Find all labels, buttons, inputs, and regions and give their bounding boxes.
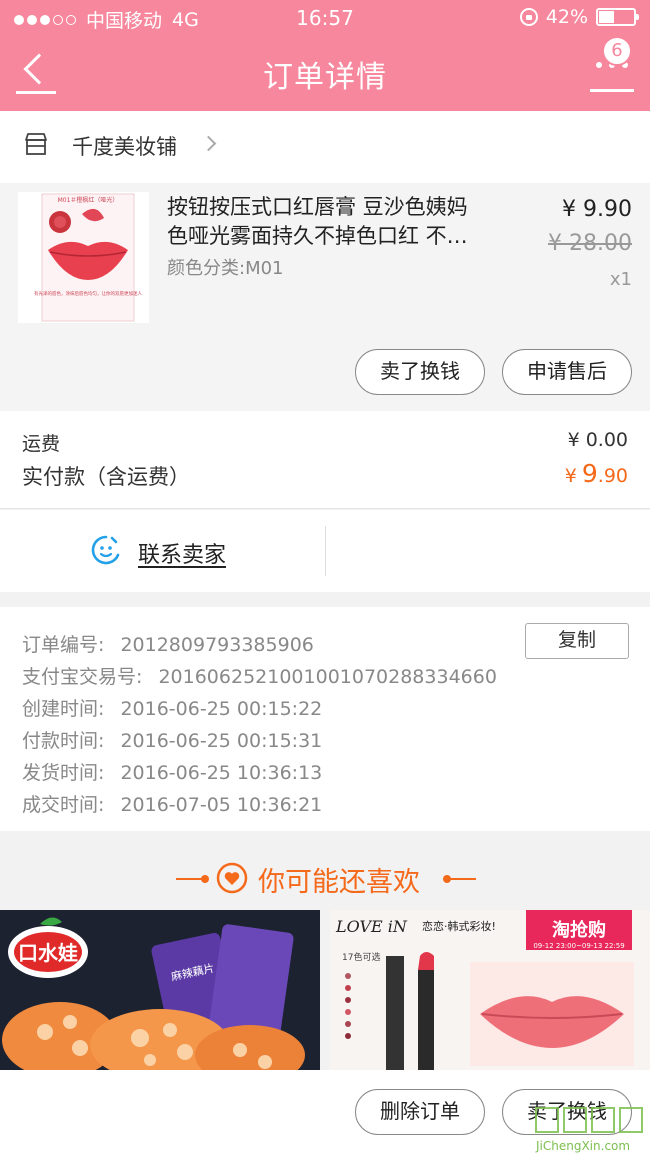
decorative-line: [176, 875, 209, 883]
shipped-time-row: 发货时间: 2016-06-25 10:36:13: [22, 758, 322, 785]
fee-summary: 运费 ¥ 0.00 实付款（含运费） ¥ 9.90: [0, 411, 650, 509]
after-sale-button[interactable]: 申请售后: [502, 349, 632, 395]
order-info: 订单编号: 2012809793385906 支付宝交易号: 201606252…: [0, 607, 650, 831]
info-label: 订单编号:: [22, 634, 105, 656]
info-label: 成交时间:: [22, 794, 105, 816]
page-title: 订单详情: [263, 60, 387, 95]
promo-time: 09-12 23:00~09-13 22:59: [533, 942, 624, 950]
product-title-line-1: 按钮按压式口红唇膏 豆沙色姨妈: [167, 195, 468, 219]
product-sku: 颜色分类:M01: [167, 258, 284, 279]
shipping-value: ¥ 0.00: [567, 429, 628, 451]
paid-time-row: 付款时间: 2016-06-25 00:15:31: [22, 726, 322, 753]
alipay-trade-row: 支付宝交易号: 2016062521001001070288334660: [22, 662, 497, 689]
recommend-title: 你可能还喜欢: [258, 867, 420, 898]
product-quantity: x1: [609, 269, 632, 290]
delete-order-button[interactable]: 删除订单: [355, 1089, 485, 1135]
heart-icon: [216, 862, 248, 894]
product-title-line-2: 色哑光雾面持久不掉色口红 不…: [167, 224, 468, 248]
thumb-caption: 有光泽的唇色，涂抹后唇色均匀，让你的双唇更加迷人: [34, 290, 142, 297]
recommended-product-2[interactable]: LOVE iN 恋恋·韩式彩妆! 淘抢购 09-12 23:00~09-13 2…: [330, 910, 650, 1070]
shipping-label: 运费: [22, 433, 61, 455]
copy-order-number-button[interactable]: 复制: [525, 623, 629, 659]
shade-count: 17色可选: [342, 951, 380, 963]
order-detail-screen: 中国移动 4G 16:57 42% 订单详情 6 千度美妆铺 M01＃橙枫红（哑…: [0, 0, 650, 1156]
promo-tag: 淘抢购: [552, 919, 606, 941]
product-thumbnail[interactable]: M01＃橙枫红（哑光） 有光泽的唇色，涂抹后唇色均匀，让你的双唇更加迷人: [18, 192, 149, 323]
order-number-row: 订单编号: 2012809793385906: [22, 630, 314, 657]
chevron-right-icon: [200, 135, 217, 152]
status-right: 42%: [519, 6, 639, 28]
paid-label: 实付款（含运费）: [22, 465, 190, 489]
shipped-time: 2016-06-25 10:36:13: [120, 762, 323, 784]
sell-for-cash-button[interactable]: 卖了换钱: [355, 349, 485, 395]
completed-time: 2016-07-05 10:36:21: [120, 794, 323, 816]
contact-row: 联系卖家: [0, 510, 650, 592]
paid-time: 2016-06-25 00:15:31: [120, 730, 323, 752]
more-menu-button[interactable]: 6: [590, 36, 634, 94]
paid-decimal: .90: [597, 465, 628, 487]
order-number: 2012809793385906: [120, 634, 314, 656]
info-label: 创建时间:: [22, 698, 105, 720]
alipay-trade-number: 2016062521001001070288334660: [158, 666, 497, 688]
brand-slogan: 恋恋·韩式彩妆!: [422, 919, 496, 933]
battery-icon: [596, 8, 639, 26]
product-image-lipstick: LOVE iN 恋恋·韩式彩妆! 淘抢购 09-12 23:00~09-13 2…: [330, 910, 650, 1070]
paid-currency: ¥: [564, 465, 577, 487]
status-bar: 中国移动 4G 16:57 42%: [0, 0, 650, 36]
paid-integer: 9: [581, 459, 598, 488]
divider: [325, 526, 326, 576]
site-watermark: JiChengXin.com: [535, 1107, 643, 1153]
recommended-product-1[interactable]: 口水娃 麻辣藕片: [0, 910, 320, 1070]
info-label: 发货时间:: [22, 762, 105, 784]
top-bar: 中国移动 4G 16:57 42% 订单详情 6: [0, 0, 650, 111]
paid-amount: ¥ 9.90: [565, 459, 628, 488]
product-title[interactable]: 按钮按压式口红唇膏 豆沙色姨妈 色哑光雾面持久不掉色口红 不…: [167, 193, 507, 251]
info-label: 支付宝交易号:: [22, 666, 143, 688]
order-item: M01＃橙枫红（哑光） 有光泽的唇色，涂抹后唇色均匀，让你的双唇更加迷人 按钮按…: [0, 183, 650, 411]
store-icon: [25, 133, 47, 155]
product-original-price: ¥ 28.00: [548, 231, 632, 256]
product-image-snack: 口水娃 麻辣藕片: [0, 910, 320, 1070]
battery-percent: 42%: [545, 6, 588, 28]
watermark-text: JiChengXin.com: [535, 1139, 630, 1153]
brand-logo-text: LOVE iN: [335, 917, 408, 936]
contact-seller-link[interactable]: 联系卖家: [138, 537, 226, 569]
created-time: 2016-06-25 00:15:22: [120, 698, 323, 720]
product-price: ¥ 9.90: [562, 197, 632, 222]
shop-row[interactable]: 千度美妆铺: [0, 111, 650, 183]
decorative-line: [443, 875, 476, 883]
created-time-row: 创建时间: 2016-06-25 00:15:22: [22, 694, 322, 721]
info-label: 付款时间:: [22, 730, 105, 752]
shop-name: 千度美妆铺: [72, 135, 177, 159]
message-count-badge: 6: [602, 36, 632, 66]
brand-logo-text: 口水娃: [18, 941, 78, 965]
completed-time-row: 成交时间: 2016-07-05 10:36:21: [22, 790, 322, 817]
chat-face-icon: [91, 535, 120, 565]
thumb-header: M01＃橙枫红（哑光）: [58, 196, 119, 204]
recommend-header: 你可能还喜欢: [0, 846, 650, 910]
rotation-lock-icon: [519, 8, 538, 26]
